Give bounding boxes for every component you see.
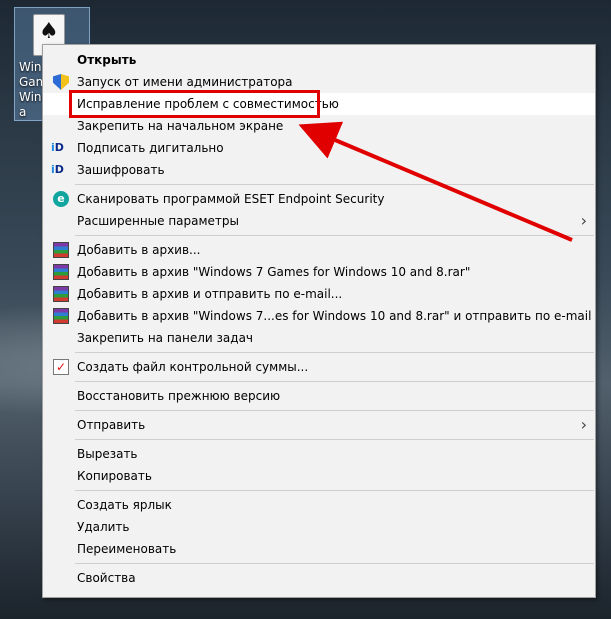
- annotation-arrow: [298, 121, 573, 242]
